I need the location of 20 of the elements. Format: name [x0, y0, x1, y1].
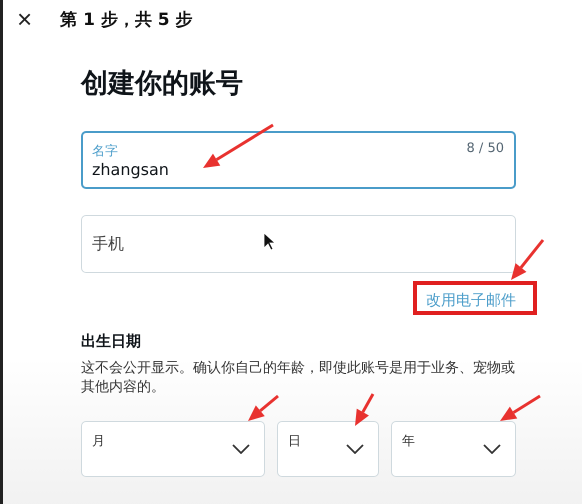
date-select[interactable]: 日 [277, 421, 379, 477]
section-title: 出生日期 [81, 332, 142, 351]
section-description: 这不会公开显示。确认你自己的年龄，即使此账号是用于业务、宠物或其他内容的。 [81, 359, 516, 397]
page-title: 创建你的账号 [81, 67, 244, 101]
arrow-icon [248, 394, 279, 421]
arrow-icon [500, 394, 541, 421]
chevron-down-icon [483, 444, 501, 454]
pointer-icon [264, 232, 276, 251]
date-select[interactable]: 月 [81, 421, 265, 477]
phone-field[interactable]: 手机 [81, 215, 516, 273]
step-indicator: 第 1 步，共 5 步 [60, 8, 193, 30]
arrow-icon [203, 124, 274, 168]
chevron-down-icon [346, 444, 364, 454]
date-select[interactable]: 年 [391, 421, 516, 477]
chevron-down-icon [232, 444, 250, 454]
arrow-icon [511, 239, 544, 280]
name-field[interactable]: 名字 8 / 50 zhangsan [81, 131, 516, 189]
character-counter: 8 / 50 [466, 141, 504, 156]
arrow-icon [355, 393, 374, 426]
close-button[interactable]: × [17, 6, 32, 32]
